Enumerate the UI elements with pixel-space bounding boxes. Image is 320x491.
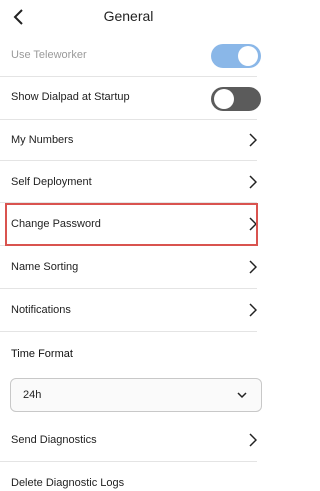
show-dialpad-toggle[interactable] [211, 87, 261, 111]
chevron-right-icon [249, 175, 257, 189]
header-bar: General [0, 0, 257, 34]
name-sorting-label: Name Sorting [11, 261, 79, 273]
notifications-label: Notifications [11, 304, 71, 316]
self-deployment-row[interactable]: Self Deployment [0, 161, 257, 203]
toggle-knob [238, 46, 258, 66]
chevron-right-icon [249, 303, 257, 317]
chevron-right-icon [249, 260, 257, 274]
send-diagnostics-row[interactable]: Send Diagnostics [0, 420, 257, 462]
chevron-right-icon [249, 433, 257, 447]
notifications-row[interactable]: Notifications [0, 289, 257, 332]
use-teleworker-toggle[interactable] [211, 44, 261, 68]
highlight-box [5, 203, 258, 246]
page-title: General [103, 8, 154, 24]
delete-logs-row[interactable]: Delete Diagnostic Logs [0, 462, 257, 491]
show-dialpad-label: Show Dialpad at Startup [11, 91, 130, 103]
time-format-value: 24h [23, 389, 42, 401]
chevron-down-icon [237, 392, 247, 399]
use-teleworker-label: Use Teleworker [11, 49, 87, 61]
time-format-select[interactable]: 24h [10, 378, 262, 412]
chevron-right-icon [249, 133, 257, 147]
delete-logs-label: Delete Diagnostic Logs [11, 477, 125, 489]
self-deployment-label: Self Deployment [11, 176, 92, 188]
show-dialpad-row: Show Dialpad at Startup [0, 77, 261, 120]
time-format-label: Time Format [11, 348, 73, 360]
name-sorting-row[interactable]: Name Sorting [0, 246, 257, 289]
my-numbers-label: My Numbers [11, 134, 74, 146]
my-numbers-row[interactable]: My Numbers [0, 120, 257, 161]
toggle-knob [214, 89, 234, 109]
send-diagnostics-label: Send Diagnostics [11, 434, 97, 446]
use-teleworker-row: Use Teleworker [0, 34, 261, 77]
